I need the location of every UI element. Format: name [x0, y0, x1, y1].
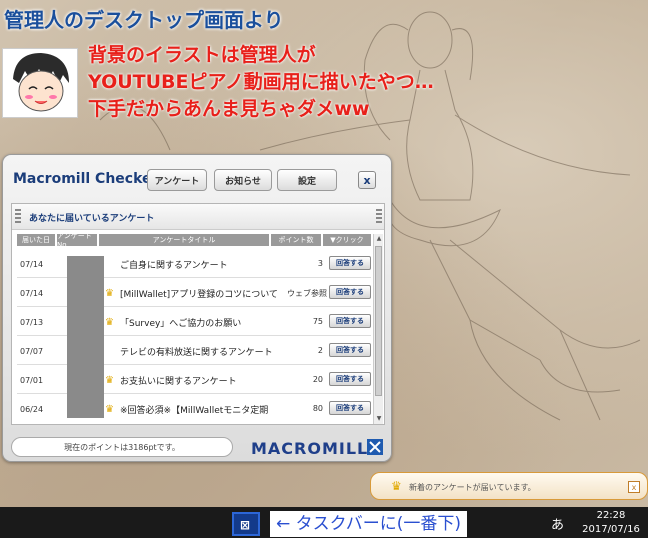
row-points: 75 [312, 317, 323, 326]
answer-button[interactable]: 回答する [329, 256, 371, 270]
caption-line-1: 背景のイラストは管理人が [88, 44, 316, 66]
panel-header: あなたに届いているアンケート [12, 204, 384, 230]
grip-icon [376, 209, 382, 225]
caption-line-2: YOUTUBEピアノ動画用に描いたやつ… [88, 71, 434, 93]
answer-button[interactable]: 回答する [329, 343, 371, 357]
ime-indicator[interactable]: あ [551, 514, 564, 533]
row-date: 06/24 [20, 405, 44, 414]
row-title: ご自身に関するアンケート [120, 261, 228, 271]
macromill-logo-icon: ⊠ [240, 518, 251, 532]
panel-title: あなたに届いているアンケート [29, 214, 155, 224]
crown-icon: ♛ [105, 288, 114, 299]
new-survey-notification[interactable]: ♛ 新着のアンケートが届いています。 x [370, 472, 648, 500]
notification-close-button[interactable]: x [628, 481, 640, 493]
scrollbar-thumb[interactable] [375, 246, 382, 396]
column-header-title: アンケートタイトル [99, 234, 269, 246]
scroll-up-icon[interactable]: ▲ [374, 234, 384, 244]
crown-icon: ♛ [105, 375, 114, 386]
macromill-logo-icon [367, 439, 383, 455]
notification-message: 新着のアンケートが届いています。 [409, 483, 536, 492]
crown-icon: ♛ [391, 479, 402, 493]
avatar [2, 48, 78, 118]
row-title: お支払いに関するアンケート [120, 377, 237, 387]
answer-button[interactable]: 回答する [329, 372, 371, 386]
row-date: 07/14 [20, 289, 44, 298]
scroll-down-icon[interactable]: ▼ [374, 414, 384, 424]
grip-icon [15, 209, 21, 225]
row-title: 「Survey」へご協力のお願い [120, 319, 242, 329]
caption-title: 管理人のデスクトップ画面より [4, 8, 284, 32]
macromill-taskbar-icon[interactable]: ⊠ [232, 512, 260, 536]
redacted-survey-numbers [67, 256, 104, 418]
desktop-background: 管理人のデスクトップ画面より 背景のイラストは管理人が YOUTUBEピアノ動画… [0, 0, 648, 507]
column-header-click: ▼クリック [323, 234, 371, 246]
row-points: 80 [312, 404, 323, 413]
row-points: 2 [317, 346, 323, 355]
row-title: ※回答必須※【MillWalletモニタ定期 [120, 406, 269, 416]
answer-button[interactable]: 回答する [329, 401, 371, 415]
row-title: テレビの有料放送に関するアンケート [120, 348, 273, 358]
settings-button[interactable]: 設定 [277, 169, 337, 191]
clock-date: 2017/07/16 [582, 524, 640, 535]
crown-icon: ♛ [105, 404, 114, 415]
row-title: [MillWallet]アプリ登録のコツについて [120, 290, 278, 300]
answer-button[interactable]: 回答する [329, 285, 371, 299]
points-display: 現在のポイントは3186ptです。 [11, 437, 233, 457]
caption-line-3: 下手だからあんま見ちゃダメww [88, 98, 370, 120]
clock-time: 22:28 [596, 510, 626, 521]
macromill-logo: MACROMILL [251, 439, 369, 458]
column-header-number: アンケートNo. [57, 232, 97, 249]
close-button[interactable]: x [358, 171, 376, 189]
row-points: 3 [317, 259, 323, 268]
taskbar-annotation: ← タスクバーに(一番下) [270, 511, 468, 537]
survey-panel: あなたに届いているアンケート 届いた日 アンケートNo. アンケートタイトル ポ… [11, 203, 385, 425]
widget-title: Macromill Checker [13, 171, 159, 187]
row-date: 07/13 [20, 318, 44, 327]
survey-button[interactable]: アンケート [147, 169, 207, 191]
row-points: ウェブ参照 [287, 289, 327, 298]
row-date: 07/07 [20, 347, 44, 356]
macromill-checker-widget: Macromill Checker アンケート お知らせ 設定 x あなたに届い… [2, 154, 392, 462]
row-date: 07/14 [20, 260, 44, 269]
taskbar: ⊠ ← タスクバーに(一番下) あ 22:28 2017/07/16 [0, 507, 648, 538]
news-button[interactable]: お知らせ [214, 169, 272, 191]
taskbar-clock[interactable]: 22:28 2017/07/16 [578, 509, 644, 537]
caption-text: 背景のイラストは管理人が YOUTUBEピアノ動画用に描いたやつ… 下手だからあ… [88, 42, 434, 123]
column-header-date: 届いた日 [17, 234, 55, 246]
answer-button[interactable]: 回答する [329, 314, 371, 328]
crown-icon: ♛ [105, 317, 114, 328]
column-header-points: ポイント数 [271, 234, 321, 246]
scrollbar[interactable]: ▲ ▼ [373, 234, 383, 424]
row-date: 07/01 [20, 376, 44, 385]
row-points: 20 [312, 375, 323, 384]
